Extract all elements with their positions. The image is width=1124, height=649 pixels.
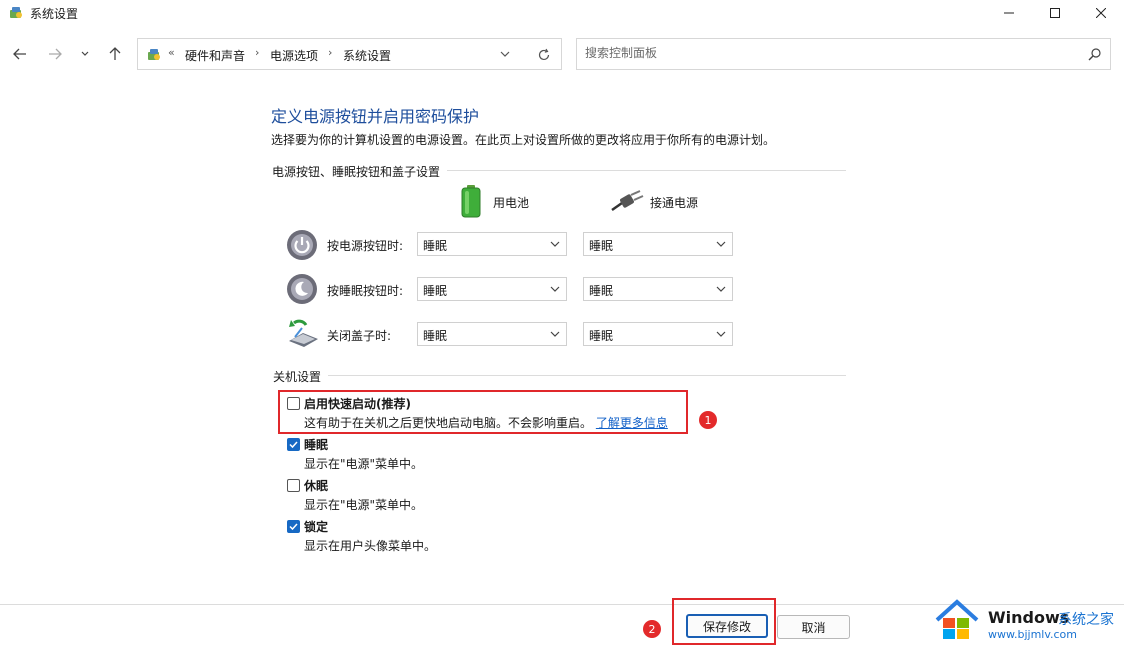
sleep-button-plugged-select[interactable]: 睡眠 <box>583 277 733 301</box>
power-button-label: 按电源按钮时: <box>327 239 404 253</box>
chevron-down-icon <box>550 241 560 247</box>
annotation-badge: 2 <box>643 620 661 638</box>
chevron-down-icon <box>550 331 560 337</box>
arrow-right-icon <box>49 48 62 60</box>
window-title: 系统设置 <box>30 7 79 21</box>
hibernate-description: 显示在"电源"菜单中。 <box>304 498 424 512</box>
breadcrumb-system-settings[interactable]: 系统设置 <box>343 47 391 64</box>
laptop-lid-icon <box>289 319 318 347</box>
annotation-badge: 1 <box>699 411 717 429</box>
lid-close-plugged-select[interactable]: 睡眠 <box>583 322 733 346</box>
select-value: 睡眠 <box>423 239 448 253</box>
checkmark-icon <box>289 523 298 531</box>
sleep-checkbox[interactable] <box>287 438 300 451</box>
back-button[interactable] <box>9 42 31 66</box>
lock-title[interactable]: 锁定 <box>304 518 328 535</box>
minimize-button[interactable] <box>986 0 1032 26</box>
lock-description: 显示在用户头像菜单中。 <box>304 539 437 553</box>
up-button[interactable] <box>104 42 126 66</box>
close-icon <box>1096 8 1106 18</box>
sleep-title[interactable]: 睡眠 <box>304 436 328 453</box>
sleep-description: 显示在"电源"菜单中。 <box>304 457 424 471</box>
arrow-left-icon <box>13 48 26 60</box>
power-button-plugged-select[interactable]: 睡眠 <box>583 232 733 256</box>
page-title: 定义电源按钮并启用密码保护 <box>271 107 480 126</box>
breadcrumb-overflow[interactable]: « <box>168 46 175 59</box>
sleep-button-battery-select[interactable]: 睡眠 <box>417 277 567 301</box>
chevron-down-icon <box>550 286 560 292</box>
control-panel-icon <box>10 7 22 18</box>
section-label-shutdown: 关机设置 <box>273 370 322 384</box>
checkmark-icon <box>289 441 298 449</box>
section-divider <box>328 375 846 376</box>
control-panel-icon <box>148 49 160 60</box>
minimize-icon <box>1004 12 1014 14</box>
breadcrumb-power-options[interactable]: 电源选项 <box>270 47 318 64</box>
watermark-house-logo <box>935 599 979 639</box>
refresh-icon[interactable] <box>537 48 551 62</box>
maximize-icon <box>1050 8 1060 18</box>
address-bar[interactable]: « 硬件和声音 › 电源选项 › 系统设置 <box>137 38 562 70</box>
breadcrumb-separator[interactable]: › <box>328 46 332 59</box>
title-bar: 系统设置 <box>0 0 1124 26</box>
recent-locations-button[interactable] <box>76 42 94 66</box>
lid-close-label: 关闭盖子时: <box>327 329 392 343</box>
column-header-battery: 用电池 <box>493 196 530 210</box>
section-divider <box>447 170 846 171</box>
lock-checkbox[interactable] <box>287 520 300 533</box>
chevron-down-icon <box>716 241 726 247</box>
hibernate-title[interactable]: 休眠 <box>304 477 328 494</box>
search-box[interactable] <box>576 38 1111 70</box>
watermark-url: www.bjjmlv.com <box>988 628 1077 641</box>
sleep-button-label: 按睡眠按钮时: <box>327 284 404 298</box>
battery-icon <box>461 185 481 218</box>
select-value: 睡眠 <box>589 284 614 298</box>
save-button[interactable]: 保存修改 <box>686 614 768 638</box>
watermark-brand-cn: 系统之家 <box>1058 612 1114 628</box>
search-input[interactable] <box>585 46 1065 60</box>
page-description: 选择要为你的计算机设置的电源设置。在此页上对设置所做的更改将应用于你所有的电源计… <box>271 133 776 147</box>
hibernate-checkbox[interactable] <box>287 479 300 492</box>
select-value: 睡眠 <box>423 284 448 298</box>
maximize-button[interactable] <box>1032 0 1078 26</box>
power-button-icon <box>287 230 317 260</box>
column-header-plugged-in: 接通电源 <box>650 196 699 210</box>
chevron-down-icon[interactable] <box>500 51 510 58</box>
breadcrumb-separator[interactable]: › <box>255 46 259 59</box>
annotation-highlight-fast-startup <box>278 390 688 434</box>
sleep-button-icon <box>287 274 317 304</box>
power-plug-icon <box>611 190 644 212</box>
cancel-button[interactable]: 取消 <box>777 615 850 639</box>
section-label-buttons: 电源按钮、睡眠按钮和盖子设置 <box>272 165 441 179</box>
search-icon[interactable] <box>1088 48 1101 61</box>
select-value: 睡眠 <box>589 239 614 253</box>
chevron-down-icon <box>716 331 726 337</box>
arrow-up-icon <box>109 47 121 60</box>
forward-button[interactable] <box>44 42 66 66</box>
lid-close-battery-select[interactable]: 睡眠 <box>417 322 567 346</box>
chevron-down-icon <box>716 286 726 292</box>
select-value: 睡眠 <box>589 329 614 343</box>
power-button-battery-select[interactable]: 睡眠 <box>417 232 567 256</box>
close-button[interactable] <box>1078 0 1124 26</box>
chevron-down-icon <box>81 51 89 56</box>
breadcrumb-hardware-sound[interactable]: 硬件和声音 <box>185 47 245 64</box>
select-value: 睡眠 <box>423 329 448 343</box>
